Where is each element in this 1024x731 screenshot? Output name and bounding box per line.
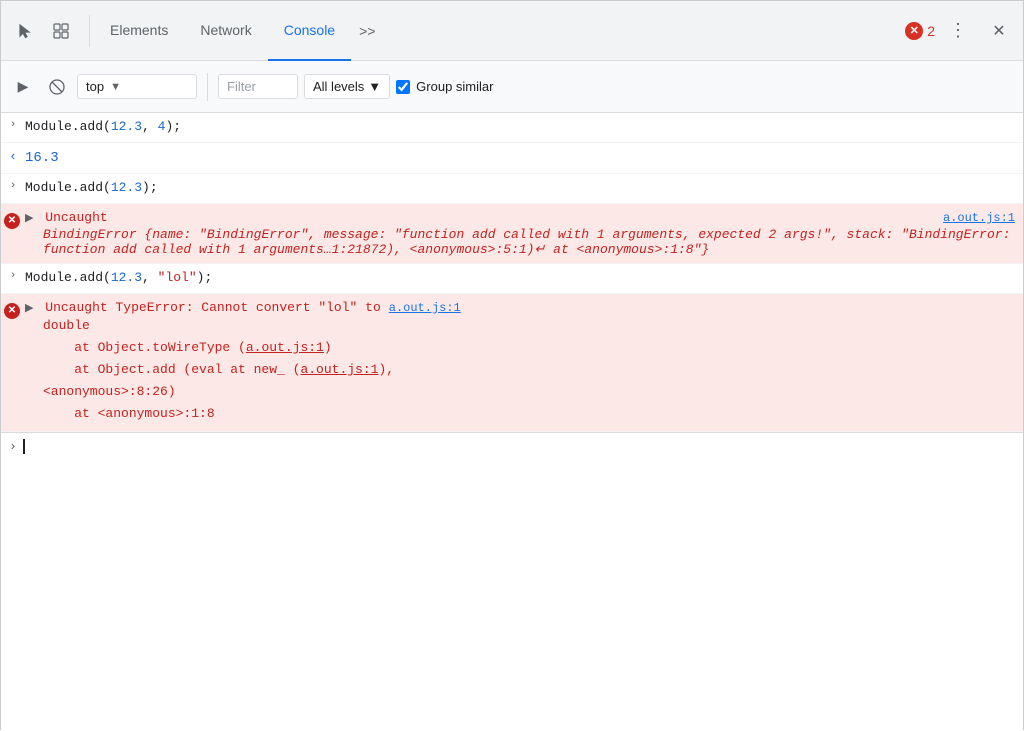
row-input-content: Module.add(12.3, "lol"); (25, 268, 1015, 289)
execute-icon[interactable]: ▶ (9, 73, 37, 101)
console-row: › Module.add(12.3); (1, 174, 1023, 204)
error-row-indicator: ✕ (1, 300, 25, 319)
row-input-indicator: › (1, 117, 25, 131)
tab-elements[interactable]: Elements (94, 1, 184, 61)
tab-console[interactable]: Console (268, 1, 351, 61)
filter-input[interactable]: Filter (218, 74, 298, 99)
group-similar-checkbox[interactable] (396, 80, 410, 94)
close-button[interactable]: ✕ (983, 15, 1015, 47)
error-circle-icon: ✕ (4, 303, 20, 319)
more-options-button[interactable]: ⋮ (943, 15, 975, 47)
console-row: ‹ 16.3 (1, 143, 1023, 174)
tab-bar: Elements Network Console >> ✕ 2 ⋮ ✕ (1, 1, 1023, 61)
console-row: › Module.add(12.3, "lol"); (1, 264, 1023, 294)
expand-arrow-icon[interactable]: ▶ (25, 301, 33, 315)
console-error-row: ✕ ▶ Uncaught a.out.js:1 BindingError {na… (1, 204, 1023, 264)
inspect-icon[interactable] (45, 15, 77, 47)
console-input-row[interactable]: › (1, 432, 1023, 460)
console-row: › Module.add(12.3, 4); (1, 113, 1023, 143)
console-prompt: › (9, 439, 17, 454)
error-link[interactable]: a.out.js:1 (246, 340, 324, 355)
row-output-indicator: ‹ (1, 147, 25, 164)
error-badge: ✕ 2 (905, 22, 935, 40)
error-circle-icon: ✕ (905, 22, 923, 40)
console-output: › Module.add(12.3, 4); ‹ 16.3 › Module.a… (1, 113, 1023, 731)
row-input-indicator: › (1, 178, 25, 192)
tab-more[interactable]: >> (351, 1, 383, 61)
error-link[interactable]: a.out.js:1 (300, 362, 378, 377)
error-source-link[interactable]: a.out.js:1 (943, 211, 1015, 225)
clear-console-button[interactable] (43, 73, 71, 101)
console-toolbar: ▶ top ▼ Filter All levels ▼ Group simila… (1, 61, 1023, 113)
tab-bar-right: ✕ 2 ⋮ ✕ (905, 15, 1015, 47)
console-error-row: ✕ ▶ Uncaught TypeError: Cannot convert "… (1, 294, 1023, 432)
row-input-content: Module.add(12.3, 4); (25, 117, 1015, 138)
tab-bar-devtools-icons (9, 15, 90, 47)
group-similar-toggle[interactable]: Group similar (396, 79, 493, 94)
expand-arrow-icon[interactable]: ▶ (25, 211, 33, 225)
tab-network[interactable]: Network (184, 1, 267, 61)
error-detail-line: double (43, 315, 461, 337)
row-input-content: Module.add(12.3); (25, 178, 1015, 199)
context-dropdown-arrow: ▼ (110, 81, 121, 93)
error-detail-line: at <anonymous>:1:8 (43, 403, 461, 425)
row-output-content: 16.3 (25, 147, 1015, 169)
cursor-icon[interactable] (9, 15, 41, 47)
error-detail-line: <anonymous>:8:26) (43, 381, 461, 403)
error-detail-line: at Object.add (eval at new_ (a.out.js:1)… (43, 359, 461, 381)
error-row-indicator: ✕ (1, 210, 25, 229)
error-detail-line: at Object.toWireType (a.out.js:1) (43, 337, 461, 359)
error-source-link[interactable]: a.out.js:1 (389, 301, 461, 315)
log-levels-button[interactable]: All levels ▼ (304, 74, 390, 99)
context-selector[interactable]: top ▼ (77, 74, 197, 99)
row-input-indicator: › (1, 268, 25, 282)
toolbar-divider (207, 73, 208, 101)
console-cursor (23, 439, 25, 454)
error-circle-icon: ✕ (4, 213, 20, 229)
levels-arrow-icon: ▼ (368, 79, 381, 94)
